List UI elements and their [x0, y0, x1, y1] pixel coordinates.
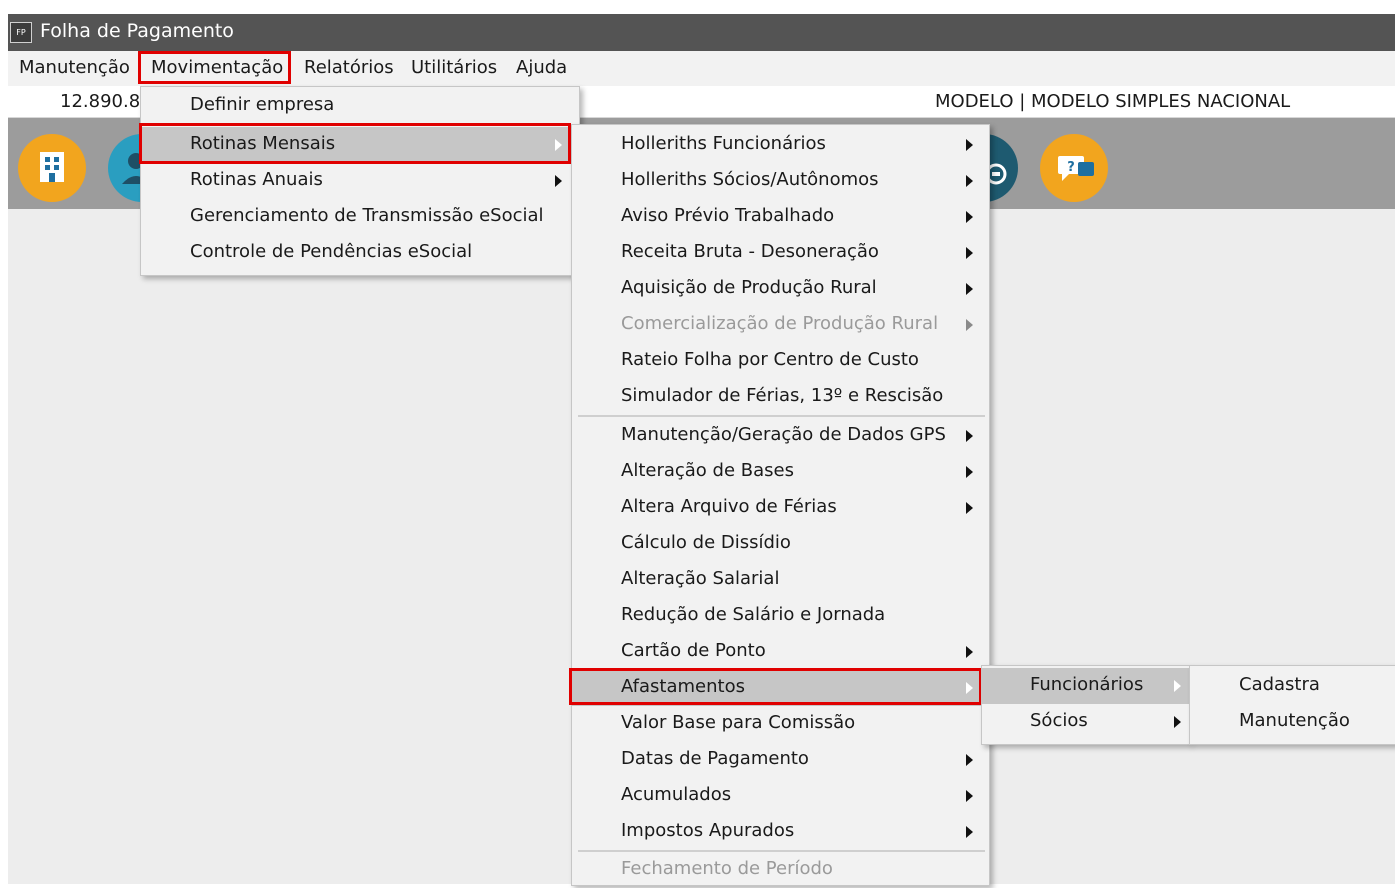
- menu-utilitarios[interactable]: Utilitários: [411, 57, 497, 78]
- menu-item-aquisicao-producao-rural[interactable]: Aquisição de Produção Rural: [572, 271, 989, 307]
- submenu-arrow-icon: [966, 502, 973, 514]
- menu-afastamentos-dropdown: Funcionários Sócios: [981, 665, 1190, 745]
- menu-item-manutencao[interactable]: Manutenção: [1190, 704, 1395, 740]
- menu-item-datas-pagamento[interactable]: Datas de Pagamento: [572, 742, 989, 778]
- highlight-box-afastamentos: [569, 668, 982, 705]
- menu-item-label: Controle de Pendências eSocial: [190, 241, 473, 262]
- menu-item-label: Receita Bruta - Desoneração: [621, 241, 879, 262]
- menu-item-label: Rotinas Anuais: [190, 169, 323, 190]
- company-cnpj: 12.890.8: [60, 91, 141, 112]
- title-bar: FP Folha de Pagamento: [8, 14, 1395, 51]
- menu-item-comercializacao-producao-rural: Comercialização de Produção Rural: [572, 307, 989, 343]
- menu-item-aviso-previo[interactable]: Aviso Prévio Trabalhado: [572, 199, 989, 235]
- submenu-arrow-icon: [966, 430, 973, 442]
- menu-ajuda[interactable]: Ajuda: [516, 57, 567, 78]
- menu-item-valor-base-comissao[interactable]: Valor Base para Comissão: [572, 706, 989, 742]
- submenu-arrow-icon: [1174, 716, 1181, 728]
- menu-relatorios[interactable]: Relatórios: [304, 57, 394, 78]
- menu-item-rotinas-anuais[interactable]: Rotinas Anuais: [141, 163, 579, 199]
- menu-item-socios[interactable]: Sócios: [982, 704, 1189, 740]
- menu-manutencao[interactable]: Manutenção: [19, 57, 130, 78]
- menu-separator: [578, 415, 985, 417]
- menu-item-fechamento-periodo: Fechamento de Período: [572, 852, 989, 888]
- submenu-arrow-icon: [966, 211, 973, 223]
- window-title: Folha de Pagamento: [40, 20, 234, 42]
- menu-movimentacao-dropdown: Definir empresa Rotinas Mensais Rotinas …: [140, 86, 580, 276]
- menu-item-label: Manutenção/Geração de Dados GPS: [621, 424, 946, 445]
- menu-item-label: Comercialização de Produção Rural: [621, 313, 939, 334]
- menu-item-label: Valor Base para Comissão: [621, 712, 856, 733]
- menu-item-cartao-ponto[interactable]: Cartão de Ponto: [572, 634, 989, 670]
- menu-item-holleriths-socios[interactable]: Holleriths Sócios/Autônomos: [572, 163, 989, 199]
- menu-item-label: Alteração de Bases: [621, 460, 794, 481]
- menu-item-label: Acumulados: [621, 784, 732, 805]
- submenu-arrow-icon: [966, 247, 973, 259]
- menu-item-receita-bruta[interactable]: Receita Bruta - Desoneração: [572, 235, 989, 271]
- submenu-arrow-icon: [966, 790, 973, 802]
- menu-item-reducao-salario[interactable]: Redução de Salário e Jornada: [572, 598, 989, 634]
- menu-item-acumulados[interactable]: Acumulados: [572, 778, 989, 814]
- menu-item-simulador-ferias[interactable]: Simulador de Férias, 13º e Rescisão: [572, 379, 989, 415]
- menu-rotinas-mensais-dropdown: Holleriths Funcionários Holleriths Sócio…: [571, 124, 990, 886]
- app-icon: FP: [10, 22, 32, 43]
- menu-item-cadastra[interactable]: Cadastra: [1190, 668, 1395, 704]
- submenu-arrow-icon: [966, 646, 973, 658]
- menu-item-controle-pendencias[interactable]: Controle de Pendências eSocial: [141, 235, 579, 271]
- menu-item-holleriths-funcionarios[interactable]: Holleriths Funcionários: [572, 127, 989, 163]
- submenu-arrow-icon: [966, 826, 973, 838]
- menu-item-label: Datas de Pagamento: [621, 748, 809, 769]
- menu-item-label: Fechamento de Período: [621, 858, 833, 879]
- submenu-arrow-icon: [966, 175, 973, 187]
- highlight-box-movimentacao: [138, 51, 291, 84]
- menu-item-manutencao-gps[interactable]: Manutenção/Geração de Dados GPS: [572, 418, 989, 454]
- menu-item-label: Cálculo de Dissídio: [621, 532, 791, 553]
- submenu-arrow-icon: [1174, 680, 1181, 692]
- menu-item-label: Manutenção: [1239, 710, 1350, 731]
- submenu-arrow-icon: [966, 319, 973, 331]
- menu-item-label: Gerenciamento de Transmissão eSocial: [190, 205, 544, 226]
- menu-item-altera-arquivo-ferias[interactable]: Altera Arquivo de Férias: [572, 490, 989, 526]
- menu-item-label: Definir empresa: [190, 94, 335, 115]
- menu-item-label: Redução de Salário e Jornada: [621, 604, 886, 625]
- menu-item-alteracao-bases[interactable]: Alteração de Bases: [572, 454, 989, 490]
- menu-item-calculo-dissidio[interactable]: Cálculo de Dissídio: [572, 526, 989, 562]
- menu-item-label: Aviso Prévio Trabalhado: [621, 205, 835, 226]
- menu-item-label: Aquisição de Produção Rural: [621, 277, 877, 298]
- submenu-arrow-icon: [966, 754, 973, 766]
- menu-item-label: Funcionários: [1030, 674, 1144, 695]
- menu-item-funcionarios[interactable]: Funcionários: [982, 668, 1189, 704]
- menu-funcionarios-dropdown: Cadastra Manutenção: [1189, 665, 1395, 745]
- menu-item-gerenciamento-esocial[interactable]: Gerenciamento de Transmissão eSocial: [141, 199, 579, 235]
- menu-item-label: Holleriths Funcionários: [621, 133, 826, 154]
- menu-item-label: Alteração Salarial: [621, 568, 780, 589]
- menu-item-label: Cadastra: [1239, 674, 1320, 695]
- help-chat-icon[interactable]: ?: [1040, 134, 1108, 202]
- menu-item-label: Simulador de Férias, 13º e Rescisão: [621, 385, 944, 406]
- menu-item-alteracao-salarial[interactable]: Alteração Salarial: [572, 562, 989, 598]
- menu-item-label: Holleriths Sócios/Autônomos: [621, 169, 879, 190]
- menu-item-rateio-folha[interactable]: Rateio Folha por Centro de Custo: [572, 343, 989, 379]
- submenu-arrow-icon: [966, 466, 973, 478]
- submenu-arrow-icon: [966, 283, 973, 295]
- highlight-box-rotinas-mensais: [139, 123, 571, 164]
- submenu-arrow-icon: [555, 175, 562, 187]
- menu-item-label: Cartão de Ponto: [621, 640, 766, 661]
- menu-item-label: Impostos Apurados: [621, 820, 795, 841]
- company-icon[interactable]: [18, 134, 86, 202]
- company-name: MODELO | MODELO SIMPLES NACIONAL: [935, 91, 1291, 112]
- submenu-arrow-icon: [966, 139, 973, 151]
- svg-text:?: ?: [1067, 160, 1075, 175]
- menu-item-label: Rateio Folha por Centro de Custo: [621, 349, 919, 370]
- menu-item-label: Sócios: [1030, 710, 1088, 731]
- menu-item-label: Altera Arquivo de Férias: [621, 496, 837, 517]
- menu-item-impostos-apurados[interactable]: Impostos Apurados: [572, 814, 989, 850]
- menu-item-definir-empresa[interactable]: Definir empresa: [141, 88, 579, 124]
